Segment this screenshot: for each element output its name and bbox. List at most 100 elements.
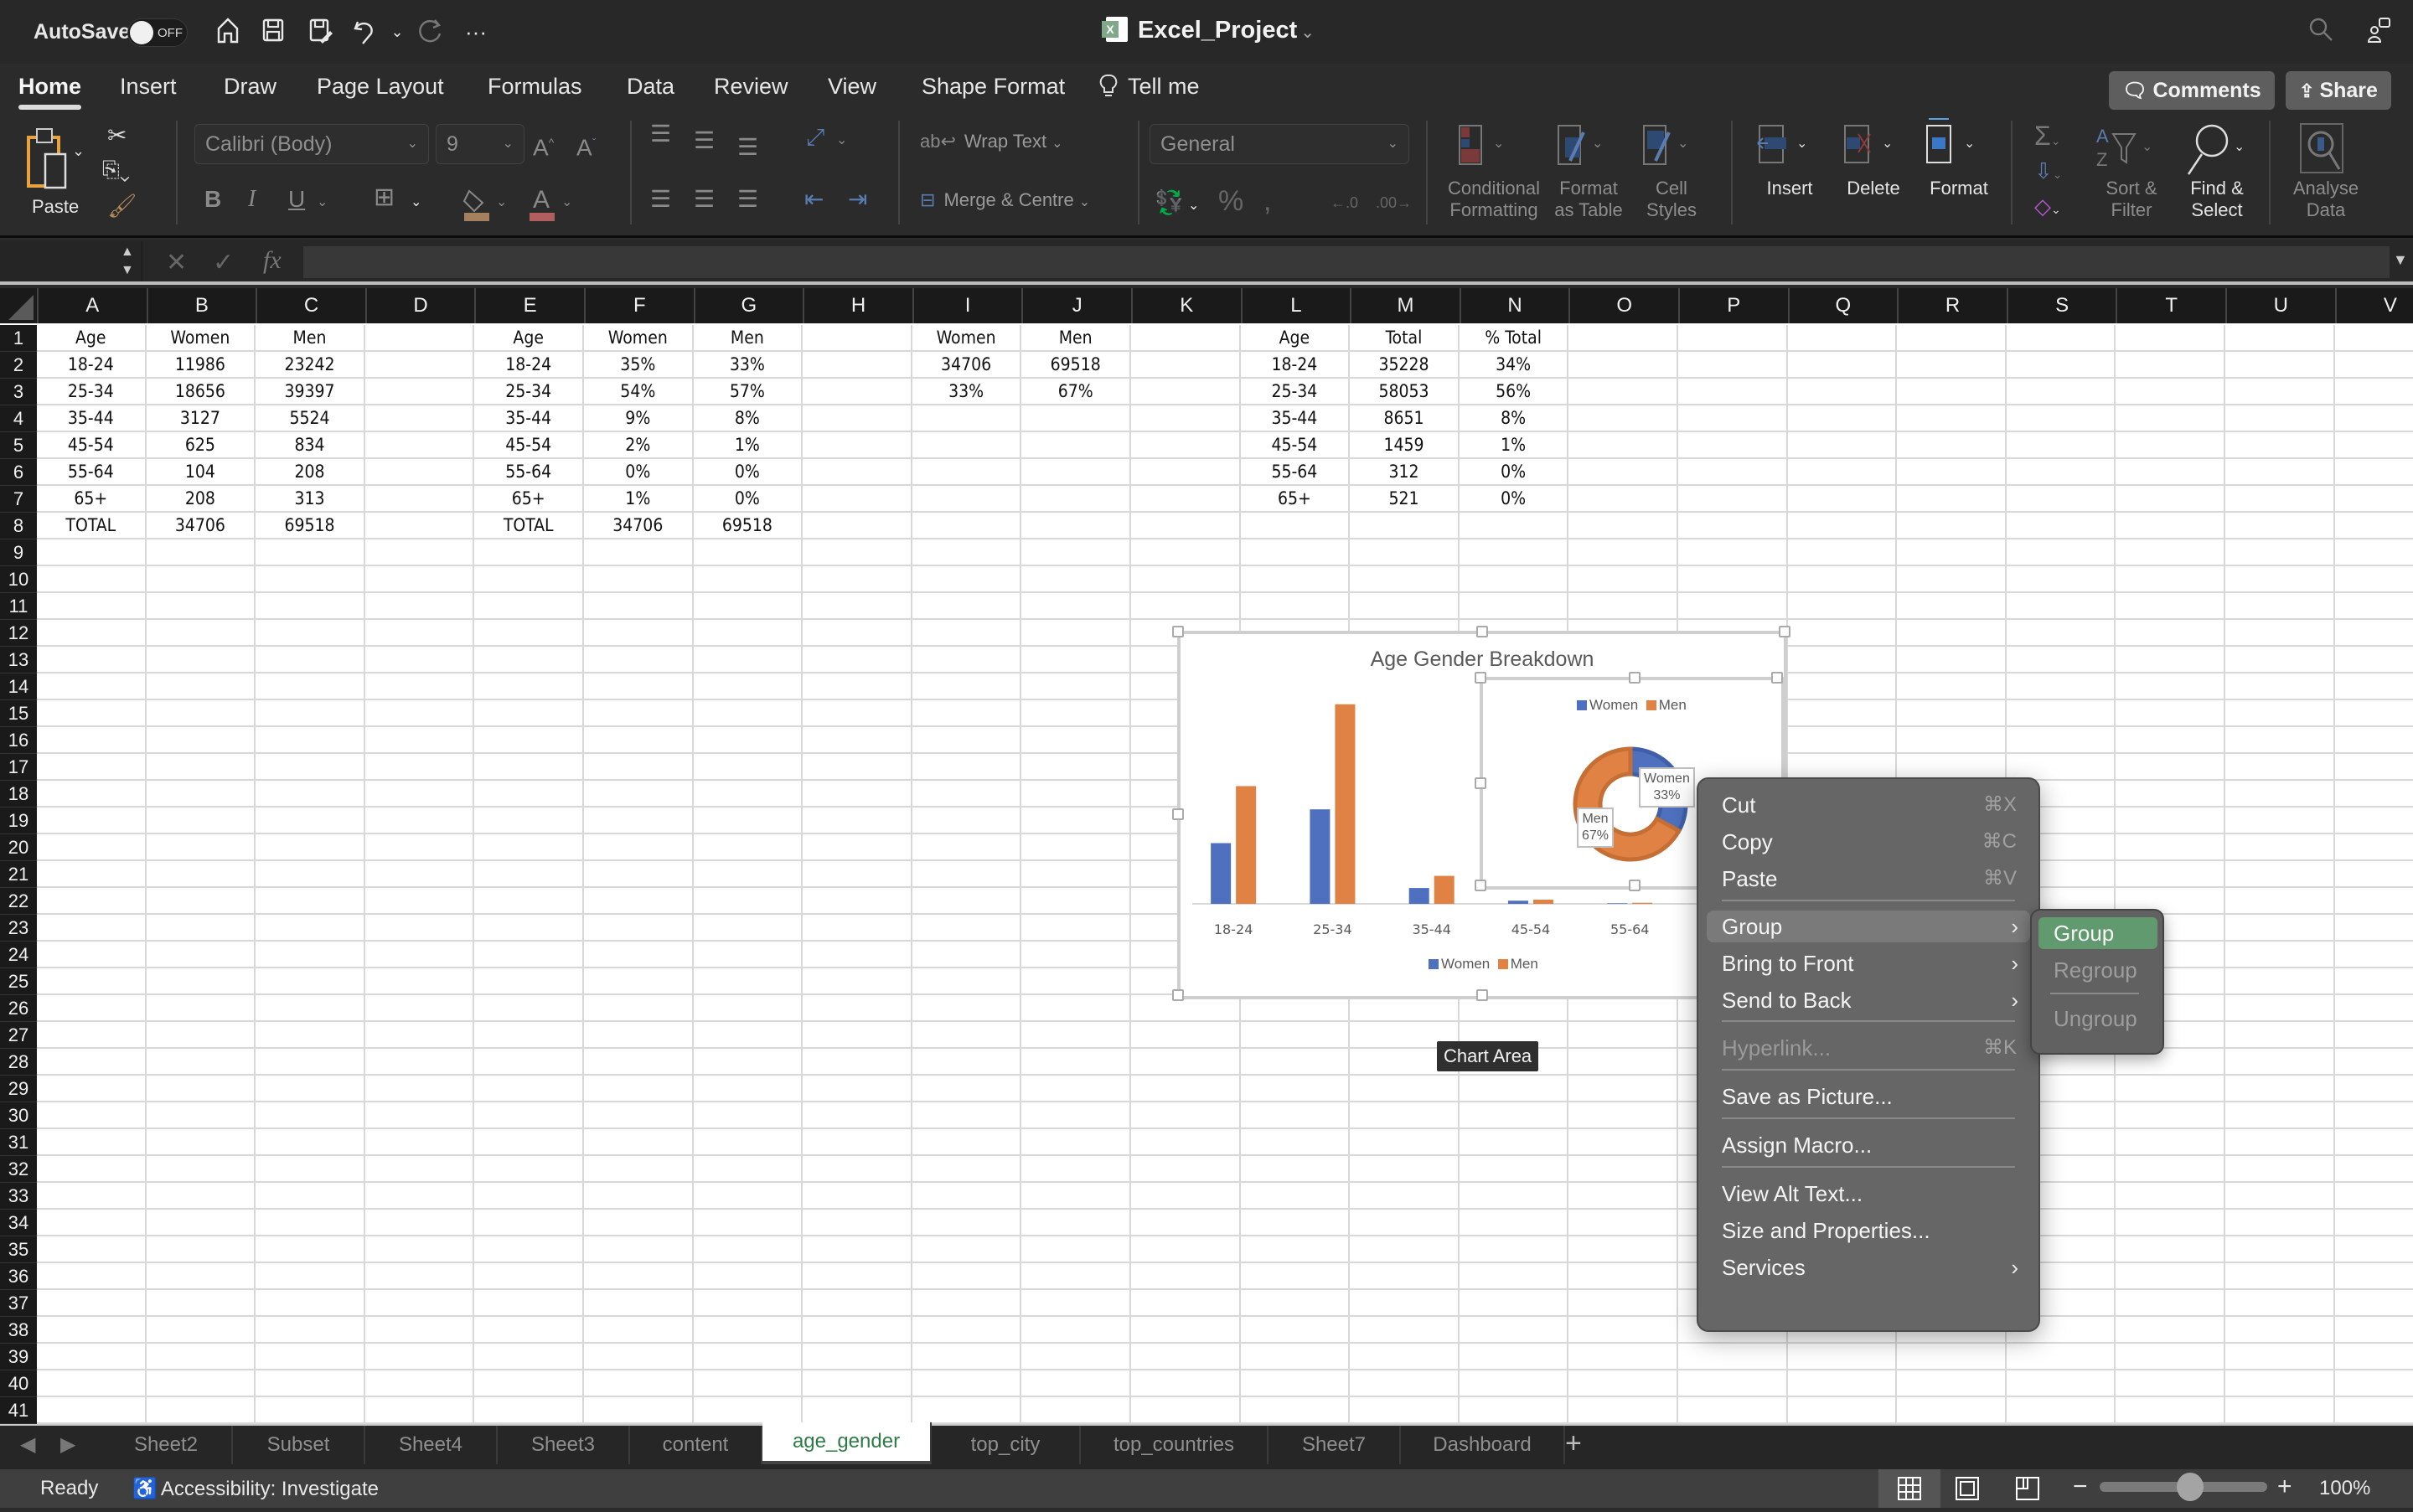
column-header-n[interactable]: N bbox=[1459, 288, 1569, 323]
cell-j21[interactable] bbox=[1021, 861, 1131, 888]
cell-r8[interactable] bbox=[1897, 513, 2007, 539]
cell-l8[interactable] bbox=[1240, 513, 1351, 539]
sheet-tab-top-countries[interactable]: top_countries bbox=[1081, 1426, 1269, 1464]
cell-s14[interactable] bbox=[2006, 673, 2116, 700]
cell-b36[interactable] bbox=[146, 1263, 256, 1290]
cell-e16[interactable] bbox=[474, 727, 584, 754]
cell-b29[interactable] bbox=[146, 1076, 256, 1102]
cell-g37[interactable] bbox=[693, 1290, 803, 1317]
normal-view-button[interactable] bbox=[1878, 1469, 1940, 1508]
cell-e30[interactable] bbox=[474, 1102, 584, 1129]
cell-n34[interactable] bbox=[1459, 1210, 1569, 1236]
column-header-c[interactable]: C bbox=[256, 288, 365, 323]
cell-a23[interactable] bbox=[37, 915, 147, 942]
cell-b34[interactable] bbox=[146, 1210, 256, 1236]
cell-i40[interactable] bbox=[912, 1370, 1022, 1397]
cell-l37[interactable] bbox=[1240, 1290, 1351, 1317]
cell-g29[interactable] bbox=[693, 1076, 803, 1102]
cell-u19[interactable] bbox=[2225, 808, 2335, 834]
cell-u21[interactable] bbox=[2225, 861, 2335, 888]
cell-b23[interactable] bbox=[146, 915, 256, 942]
cell-k3[interactable] bbox=[1131, 379, 1241, 405]
cell-h1[interactable] bbox=[803, 325, 912, 352]
row-header-1[interactable]: 1 bbox=[0, 325, 37, 352]
cell-j37[interactable] bbox=[1021, 1290, 1131, 1317]
cell-f31[interactable] bbox=[584, 1129, 694, 1156]
cell-u34[interactable] bbox=[2225, 1210, 2335, 1236]
cell-j32[interactable] bbox=[1021, 1156, 1131, 1183]
cell-e33[interactable] bbox=[474, 1183, 584, 1210]
cell-v35[interactable] bbox=[2334, 1236, 2413, 1263]
cell-v18[interactable] bbox=[2334, 781, 2413, 808]
search-icon[interactable] bbox=[2306, 17, 2336, 47]
donut-label-women[interactable]: Women 33% bbox=[1639, 767, 1695, 808]
cell-a19[interactable] bbox=[37, 808, 147, 834]
cell-i25[interactable] bbox=[912, 968, 1022, 995]
font-name-dropdown[interactable]: Calibri (Body) ⌄ bbox=[194, 124, 429, 164]
cell-e27[interactable] bbox=[474, 1022, 584, 1049]
cell-d20[interactable] bbox=[364, 834, 475, 861]
cell-d15[interactable] bbox=[364, 700, 475, 727]
cell-i6[interactable] bbox=[912, 459, 1022, 486]
number-format-dropdown[interactable]: General ⌄ bbox=[1150, 124, 1409, 164]
cell-u32[interactable] bbox=[2225, 1156, 2335, 1183]
wrap-text-button[interactable]: ab↩ Wrap Text ⌄ bbox=[920, 131, 1063, 152]
cell-n7[interactable]: 0% bbox=[1459, 486, 1569, 513]
cell-d11[interactable] bbox=[364, 593, 475, 620]
cell-g15[interactable] bbox=[693, 700, 803, 727]
cell-b7[interactable]: 208 bbox=[146, 486, 256, 513]
cell-e21[interactable] bbox=[474, 861, 584, 888]
cell-q9[interactable] bbox=[1787, 539, 1898, 566]
cell-t11[interactable] bbox=[2116, 593, 2225, 620]
menu-item-hyperlink[interactable]: Hyperlink... ⌘K bbox=[1707, 1032, 2030, 1064]
cell-v7[interactable] bbox=[2334, 486, 2413, 513]
bold-icon[interactable]: B bbox=[204, 186, 221, 213]
row-header-25[interactable]: 25 bbox=[0, 968, 37, 995]
cell-e29[interactable] bbox=[474, 1076, 584, 1102]
cell-i7[interactable] bbox=[912, 486, 1022, 513]
cell-styles-button[interactable]: ⌄ Cell Styles bbox=[1634, 122, 1709, 220]
cell-j33[interactable] bbox=[1021, 1183, 1131, 1210]
cell-d4[interactable] bbox=[364, 405, 475, 432]
cell-t6[interactable] bbox=[2116, 459, 2225, 486]
cell-j9[interactable] bbox=[1021, 539, 1131, 566]
cell-h30[interactable] bbox=[803, 1102, 912, 1129]
column-header-s[interactable]: S bbox=[2006, 288, 2116, 323]
cell-v1[interactable] bbox=[2334, 325, 2413, 352]
cell-o30[interactable] bbox=[1568, 1102, 1678, 1129]
increase-decimal-icon[interactable]: ←.0 bbox=[1331, 189, 1358, 216]
cell-c24[interactable] bbox=[256, 942, 365, 968]
cell-e8[interactable]: TOTAL bbox=[474, 513, 584, 539]
cell-h28[interactable] bbox=[803, 1049, 912, 1076]
row-header-41[interactable]: 41 bbox=[0, 1397, 37, 1424]
function-icon[interactable]: fx bbox=[263, 246, 282, 275]
cell-l2[interactable]: 18-24 bbox=[1240, 352, 1351, 379]
paste-button[interactable]: ⌄ Paste bbox=[23, 126, 87, 217]
row-header-15[interactable]: 15 bbox=[0, 700, 37, 727]
cell-g34[interactable] bbox=[693, 1210, 803, 1236]
cell-o32[interactable] bbox=[1568, 1156, 1678, 1183]
cell-b16[interactable] bbox=[146, 727, 256, 754]
cell-h29[interactable] bbox=[803, 1076, 912, 1102]
cell-v36[interactable] bbox=[2334, 1263, 2413, 1290]
cell-j4[interactable] bbox=[1021, 405, 1131, 432]
cell-t5[interactable] bbox=[2116, 432, 2225, 459]
resize-handle[interactable] bbox=[1172, 808, 1184, 820]
cell-e24[interactable] bbox=[474, 942, 584, 968]
cell-e6[interactable]: 55-64 bbox=[474, 459, 584, 486]
cell-v12[interactable] bbox=[2334, 620, 2413, 647]
tab-insert[interactable]: Insert bbox=[120, 74, 177, 100]
cell-l33[interactable] bbox=[1240, 1183, 1351, 1210]
cell-f9[interactable] bbox=[584, 539, 694, 566]
cell-f14[interactable] bbox=[584, 673, 694, 700]
tab-home[interactable]: Home bbox=[18, 74, 82, 110]
cell-m4[interactable]: 8651 bbox=[1350, 405, 1460, 432]
cell-t37[interactable] bbox=[2116, 1290, 2225, 1317]
cell-q11[interactable] bbox=[1787, 593, 1898, 620]
bar-women-18-24[interactable] bbox=[1211, 843, 1232, 904]
cell-u14[interactable] bbox=[2225, 673, 2335, 700]
menu-item-send-to-back[interactable]: Send to Back › bbox=[1707, 984, 2030, 1016]
copy-icon[interactable]: ⎘⌄ bbox=[102, 156, 130, 183]
insert-cells-button[interactable]: ⌄ Insert bbox=[1748, 122, 1832, 199]
cell-f4[interactable]: 9% bbox=[584, 405, 694, 432]
